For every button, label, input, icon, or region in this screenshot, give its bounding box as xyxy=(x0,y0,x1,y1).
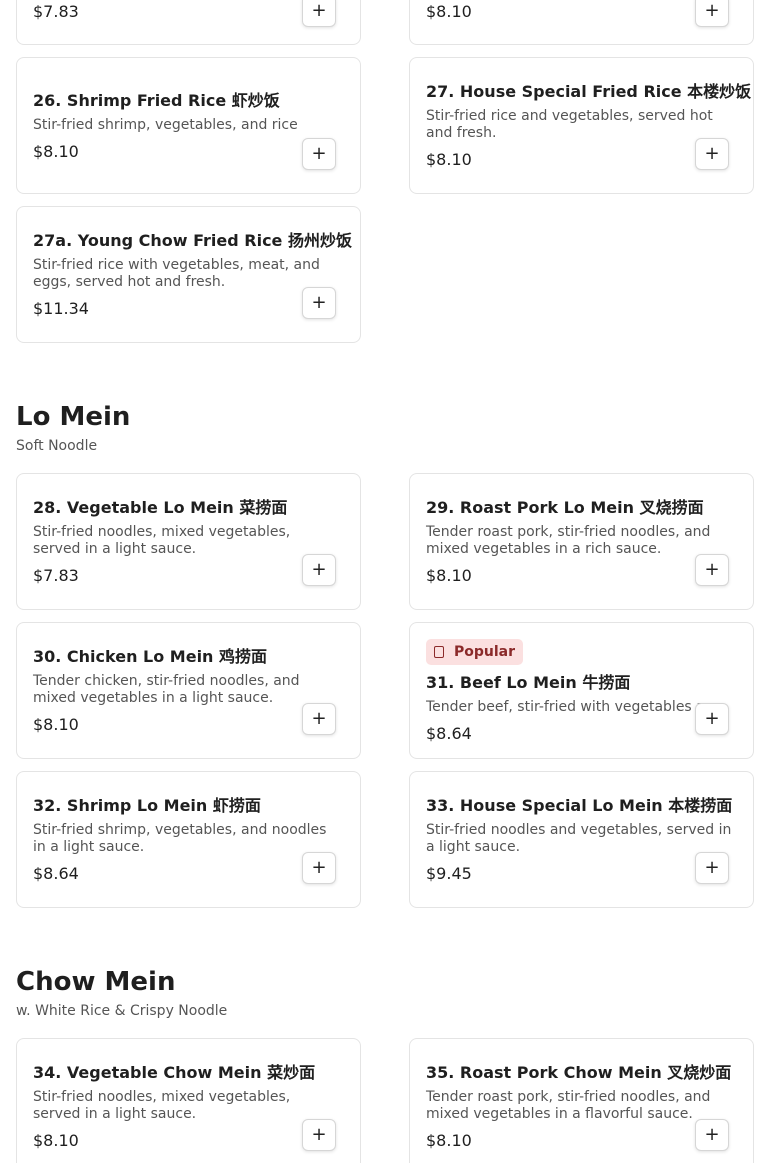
item-description: Stir-fried noodles, mixed vegetables, se… xyxy=(33,524,291,557)
menu-item-card[interactable]: 33. House Special Lo Mein 本楼捞面 Stir-frie… xyxy=(409,771,754,908)
item-description: Stir-fried rice with vegetables, meat, a… xyxy=(33,257,320,290)
add-to-cart-button[interactable]: + xyxy=(302,0,336,27)
add-to-cart-button[interactable]: + xyxy=(695,852,729,884)
item-price: $8.64 xyxy=(33,864,79,883)
menu-item-card[interactable]: 35. Roast Pork Chow Mein 叉烧炒面 Tender roa… xyxy=(409,1038,754,1163)
item-name: 34. Vegetable Chow Mein 菜炒面 xyxy=(33,1063,316,1082)
add-to-cart-button[interactable]: + xyxy=(302,703,336,735)
menu-item-card[interactable]: 32. Shrimp Lo Mein 虾捞面 Stir-fried shrimp… xyxy=(16,771,361,908)
menu-item-card[interactable]: 30. Chicken Lo Mein 鸡捞面 Tender chicken, … xyxy=(16,622,361,759)
add-to-cart-button[interactable]: + xyxy=(302,1119,336,1151)
add-to-cart-button[interactable]: + xyxy=(302,852,336,884)
item-name: 31. Beef Lo Mein 牛捞面 xyxy=(426,672,631,692)
fire-icon xyxy=(434,645,444,658)
item-name: 27. House Special Fried Rice 本楼炒饭 xyxy=(426,82,752,101)
item-price: $8.10 xyxy=(33,141,79,161)
section-subtitle-lo-mein: Soft Noodle xyxy=(16,438,98,454)
menu-item-card[interactable]: 34. Vegetable Chow Mein 菜炒面 Stir-fried n… xyxy=(16,1038,361,1163)
add-to-cart-button[interactable]: + xyxy=(695,138,729,170)
add-to-cart-button[interactable]: + xyxy=(302,287,336,319)
menu-item-card[interactable]: 27a. Young Chow Fried Rice 扬州炒饭 Stir-fri… xyxy=(16,206,361,343)
item-price: $8.64 xyxy=(426,723,472,743)
item-name: 30. Chicken Lo Mein 鸡捞面 xyxy=(33,647,268,666)
item-description: Stir-fried rice and vegetables, served h… xyxy=(426,108,713,141)
item-name: 29. Roast Pork Lo Mein 叉烧捞面 xyxy=(426,498,704,517)
item-description: Tender roast pork, stir-fried noodles, a… xyxy=(426,524,711,557)
item-name: 35. Roast Pork Chow Mein 叉烧炒面 xyxy=(426,1063,732,1082)
item-description: Stir-fried noodles and vegetables, serve… xyxy=(426,822,732,855)
add-to-cart-button[interactable]: + xyxy=(695,703,729,735)
item-price: $8.10 xyxy=(33,715,79,734)
add-to-cart-button[interactable]: + xyxy=(302,138,336,170)
section-title-lo-mein: Lo Mein xyxy=(16,402,131,432)
add-to-cart-button[interactable]: + xyxy=(695,554,729,586)
item-description: Tender roast pork, stir-fried noodles, a… xyxy=(426,1089,711,1122)
item-price: $7.83 xyxy=(33,566,79,585)
menu-page: $7.83 + $8.10 + 26. Shrimp Fried Rice 虾炒… xyxy=(0,0,770,1163)
add-to-cart-button[interactable]: + xyxy=(302,554,336,586)
item-price: $9.45 xyxy=(426,864,472,883)
item-description: Tender chicken, stir-fried noodles, and … xyxy=(33,673,300,706)
item-price: $8.10 xyxy=(426,1131,472,1150)
item-price: $8.10 xyxy=(33,1131,79,1150)
item-price: $7.83 xyxy=(33,2,79,21)
item-price: $8.10 xyxy=(426,150,472,169)
badge-label: Popular xyxy=(454,643,516,660)
menu-item-card[interactable]: 28. Vegetable Lo Mein 菜捞面 Stir-fried noo… xyxy=(16,473,361,610)
item-price: $8.10 xyxy=(426,566,472,585)
add-to-cart-button[interactable]: + xyxy=(695,0,729,27)
item-description: Tender beef, stir-fried with vegetables … xyxy=(426,698,737,715)
menu-item-card[interactable]: Popular 31. Beef Lo Mein 牛捞面 Tender beef… xyxy=(409,622,754,759)
item-name: 28. Vegetable Lo Mein 菜捞面 xyxy=(33,498,288,517)
section-subtitle-chow-mein: w. White Rice & Crispy Noodle xyxy=(16,1003,228,1019)
item-name: 26. Shrimp Fried Rice 虾炒饭 xyxy=(33,90,280,110)
item-name: 32. Shrimp Lo Mein 虾捞面 xyxy=(33,796,261,815)
menu-item-card[interactable]: $8.10 + xyxy=(409,0,754,45)
item-description: Stir-fried shrimp, vegetables, and rice xyxy=(33,116,298,133)
item-price: $11.34 xyxy=(33,299,89,318)
item-description: Stir-fried shrimp, vegetables, and noodl… xyxy=(33,822,327,855)
item-name: 33. House Special Lo Mein 本楼捞面 xyxy=(426,796,733,815)
item-description: Stir-fried noodles, mixed vegetables, se… xyxy=(33,1089,291,1122)
popular-badge: Popular xyxy=(426,638,524,665)
section-title-chow-mein: Chow Mein xyxy=(16,967,176,997)
add-to-cart-button[interactable]: + xyxy=(695,1119,729,1151)
menu-item-card[interactable]: 29. Roast Pork Lo Mein 叉烧捞面 Tender roast… xyxy=(409,473,754,610)
item-name: 27a. Young Chow Fried Rice 扬州炒饭 xyxy=(33,231,352,250)
item-price: $8.10 xyxy=(426,2,472,21)
menu-item-card[interactable]: 27. House Special Fried Rice 本楼炒饭 Stir-f… xyxy=(409,57,754,194)
menu-item-card[interactable]: 26. Shrimp Fried Rice 虾炒饭 Stir-fried shr… xyxy=(16,57,361,194)
menu-item-card[interactable]: $7.83 + xyxy=(16,0,361,45)
